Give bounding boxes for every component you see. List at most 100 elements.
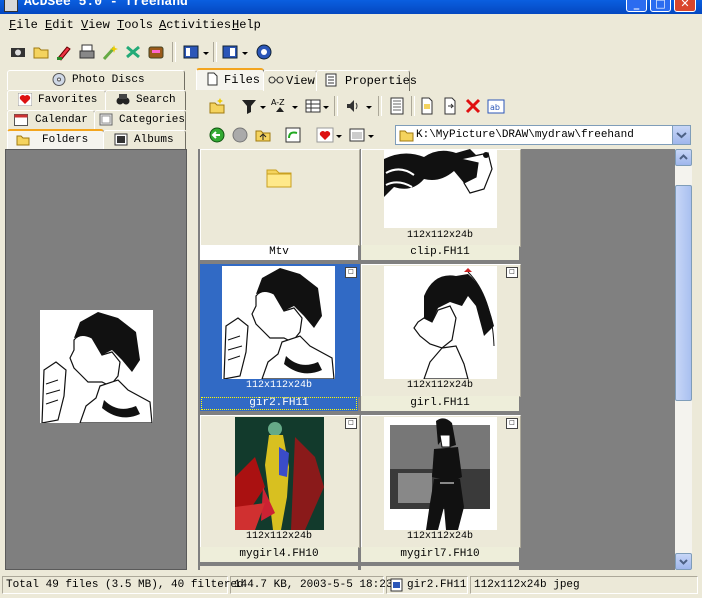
file-item-partial[interactable] [361, 566, 519, 570]
view-mode-dropdown-icon[interactable] [242, 52, 248, 55]
copy-icon[interactable] [418, 97, 436, 115]
preview-pane[interactable] [5, 149, 187, 570]
menu-bar: File Edit View Tools Activities Help [0, 14, 702, 36]
favorites-add-icon[interactable] [316, 126, 334, 144]
file-dimensions: 112x112x24b [245, 380, 312, 391]
file-item[interactable]: Mtv [200, 149, 360, 261]
menu-edit[interactable]: Edit [45, 18, 74, 32]
tab-favorites[interactable]: Favorites [7, 90, 106, 110]
delete-icon[interactable] [464, 97, 482, 115]
file-list[interactable]: Mtv 112x112x24b clip.FH11 □ 112x112x24b … [198, 149, 675, 570]
properties-icon [325, 73, 337, 91]
document-icon[interactable] [388, 97, 406, 115]
status-total: Total 49 files (3.5 MB), 40 filtered [2, 576, 244, 594]
status-bar: Total 49 files (3.5 MB), 40 filtered 144… [0, 574, 702, 597]
move-icon[interactable] [441, 97, 459, 115]
audio-icon[interactable] [344, 97, 362, 115]
file-item-partial[interactable] [200, 566, 358, 570]
tab-view[interactable]: View [263, 70, 317, 91]
forward-icon[interactable] [231, 126, 249, 144]
back-icon[interactable] [208, 126, 226, 144]
pane-layout-dropdown-icon[interactable] [203, 52, 209, 55]
maximize-button[interactable]: □ [650, 0, 671, 12]
menu-activities[interactable]: Activities [159, 18, 231, 32]
window-icon[interactable] [348, 126, 366, 144]
app-icon[interactable] [4, 0, 18, 12]
sort-dropdown-icon[interactable] [292, 106, 298, 109]
scroll-thumb[interactable] [675, 185, 692, 401]
file-dimensions: 112x112x24b [406, 380, 473, 391]
tab-categories[interactable]: Categories [94, 110, 186, 130]
refresh-icon[interactable] [284, 126, 302, 144]
print-icon[interactable] [78, 43, 96, 61]
file-dimensions: 112x112x24b [406, 230, 473, 241]
menu-view[interactable]: View [81, 18, 110, 32]
file-item[interactable]: 112x112x24b clip.FH11 [361, 149, 521, 261]
thumbnail-image [384, 149, 497, 228]
file-type-badge-icon: □ [345, 267, 357, 278]
glasses-icon [268, 74, 284, 90]
browse-folder-icon[interactable] [32, 43, 50, 61]
file-name: gir2.FH11 [200, 396, 358, 411]
tab-photo-discs[interactable]: Photo Discs [7, 70, 185, 90]
view-dropdown-icon[interactable] [323, 106, 329, 109]
view-mode-icon[interactable] [221, 43, 239, 61]
close-button[interactable]: ✕ [674, 0, 696, 12]
binoculars-icon [116, 93, 130, 106]
thumbnail-view-icon[interactable] [304, 97, 322, 115]
menu-tools[interactable]: Tools [117, 18, 153, 32]
file-item[interactable]: □ 112x112x24b mygirl4.FH10 [200, 415, 360, 562]
menu-file[interactable]: File [9, 18, 38, 32]
tab-search[interactable]: Search [105, 90, 186, 110]
plugin-icon[interactable] [147, 43, 165, 61]
up-folder-icon[interactable] [254, 126, 272, 144]
minimize-button[interactable]: _ [626, 0, 647, 12]
rename-icon[interactable]: ab [487, 97, 505, 115]
title-bar[interactable]: ACDSee 5.0 - freehand _ □ ✕ [0, 0, 702, 14]
edit-image-icon[interactable] [55, 43, 73, 61]
tab-calendar[interactable]: Calendar [7, 110, 95, 130]
menu-file-label: ile [16, 18, 38, 32]
vertical-scrollbar[interactable] [675, 149, 692, 570]
audio-dropdown-icon[interactable] [366, 106, 372, 109]
file-item[interactable]: □ 112x112x24b mygirl7.FH10 [361, 415, 521, 562]
folder-icon [16, 133, 30, 146]
file-item-selected[interactable]: □ 112x112x24b gir2.FH11 [200, 264, 360, 411]
scroll-up-button[interactable] [675, 149, 692, 166]
svg-text:A-Z: A-Z [271, 98, 285, 107]
preview-image [40, 310, 153, 424]
file-dimensions: 112x112x24b [245, 531, 312, 542]
filter-icon[interactable] [240, 97, 258, 115]
pane-layout-icon[interactable] [182, 43, 200, 61]
acquire-icon[interactable] [9, 43, 27, 61]
thumbnail-image [235, 417, 324, 530]
tab-properties[interactable]: Properties [316, 70, 417, 91]
file-item[interactable]: □ 112x112x24b girl.FH11 [361, 264, 521, 411]
album-icon [114, 133, 128, 146]
window-dropdown-icon[interactable] [368, 135, 374, 138]
svg-text:ab: ab [490, 103, 500, 112]
file-icon [207, 72, 218, 90]
files-toolbar: A-Z ab [198, 92, 678, 120]
file-name: mygirl7.FH10 [361, 547, 519, 562]
favorites-dropdown-icon[interactable] [336, 135, 342, 138]
scroll-down-button[interactable] [675, 553, 692, 570]
tab-folders[interactable]: Folders [7, 129, 104, 151]
thumbnail-image [222, 266, 335, 380]
web-icon[interactable] [255, 43, 273, 61]
filter-dropdown-icon[interactable] [260, 106, 266, 109]
tab-albums[interactable]: Albums [103, 130, 186, 150]
heart-icon [17, 92, 33, 107]
address-dropdown-button[interactable] [672, 126, 690, 144]
thumbnail-image [384, 266, 497, 380]
categories-icon [99, 113, 113, 126]
sort-az-icon[interactable]: A-Z [270, 96, 288, 114]
wand-icon[interactable] [101, 43, 119, 61]
main-toolbar [0, 38, 702, 66]
tab-files[interactable]: Files [196, 68, 264, 90]
status-file-name: gir2.FH11 [407, 579, 467, 591]
address-bar[interactable]: K:\MyPicture\DRAW\mydraw\freehand [395, 125, 691, 145]
new-folder-icon[interactable] [208, 97, 226, 115]
convert-icon[interactable] [124, 43, 142, 61]
menu-help[interactable]: Help [232, 18, 261, 32]
